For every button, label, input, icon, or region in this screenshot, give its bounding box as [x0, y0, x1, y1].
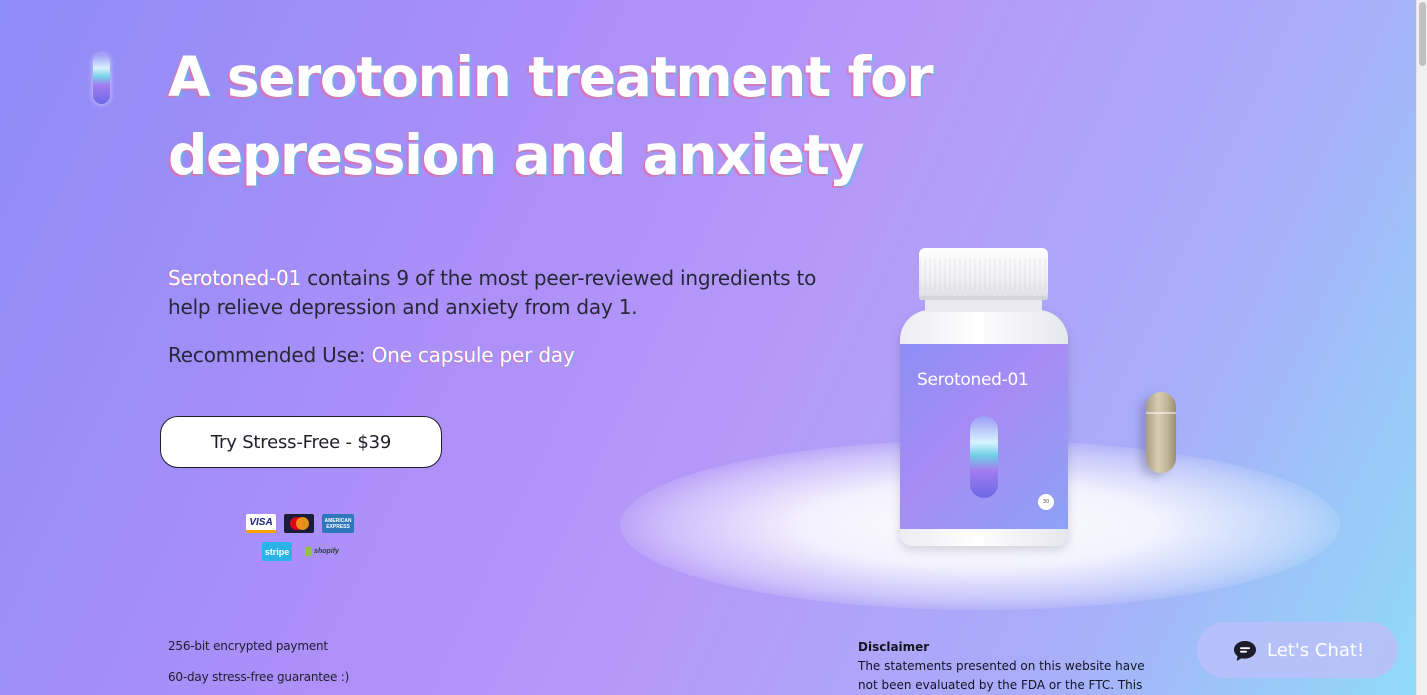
visa-icon: VISA — [246, 514, 276, 533]
recommended-use-value: One capsule per day — [371, 343, 575, 367]
bottle-pill-icon — [970, 416, 998, 498]
disclaimer-text: The statements presented on this website… — [858, 659, 1145, 692]
chat-bubble-icon — [1233, 640, 1257, 661]
landing-page: A serotonin treatment for depression and… — [0, 0, 1416, 695]
product-bottle-image: Serotoned-01 30 — [897, 248, 1069, 548]
disclaimer-title: Disclaimer — [858, 640, 930, 654]
mastercard-icon — [284, 514, 314, 533]
bottle-label-title: Serotoned-01 — [917, 370, 1029, 390]
shopify-label: shopify — [314, 548, 339, 555]
encrypted-payment-note: 256-bit encrypted payment — [168, 639, 328, 653]
page-scrollbar[interactable] — [1416, 0, 1427, 695]
amex-icon: AMERICAN EXPRESS — [322, 514, 354, 533]
chat-label: Let's Chat! — [1267, 639, 1365, 661]
bottle-count-badge: 30 — [1038, 494, 1054, 510]
headline-line-2: depression and anxiety — [168, 123, 864, 187]
stripe-icon: stripe — [262, 542, 292, 561]
headline-line-1: A serotonin treatment for — [168, 45, 934, 109]
recommended-use-label: Recommended Use: — [168, 343, 372, 367]
product-name-highlight: Serotoned-01 — [168, 266, 302, 290]
capsule-image — [1146, 392, 1176, 473]
disclaimer: Disclaimer The statements presented on t… — [858, 638, 1158, 695]
try-stress-free-button[interactable]: Try Stress-Free - $39 — [160, 416, 442, 468]
guarantee-note: 60-day stress-free guarantee :) — [168, 670, 350, 684]
shopify-icon: shopify — [302, 542, 342, 561]
recommended-use: Recommended Use: One capsule per day — [168, 341, 768, 369]
hero-intro: Serotoned-01 contains 9 of the most peer… — [168, 264, 828, 322]
bottle-cap — [919, 248, 1048, 300]
scrollbar-thumb[interactable] — [1419, 2, 1426, 66]
lets-chat-button[interactable]: Let's Chat! — [1197, 622, 1398, 678]
bottle-neck — [925, 298, 1042, 312]
pill-logo-icon[interactable] — [93, 54, 110, 104]
hero-headline: A serotonin treatment for depression and… — [168, 38, 968, 194]
